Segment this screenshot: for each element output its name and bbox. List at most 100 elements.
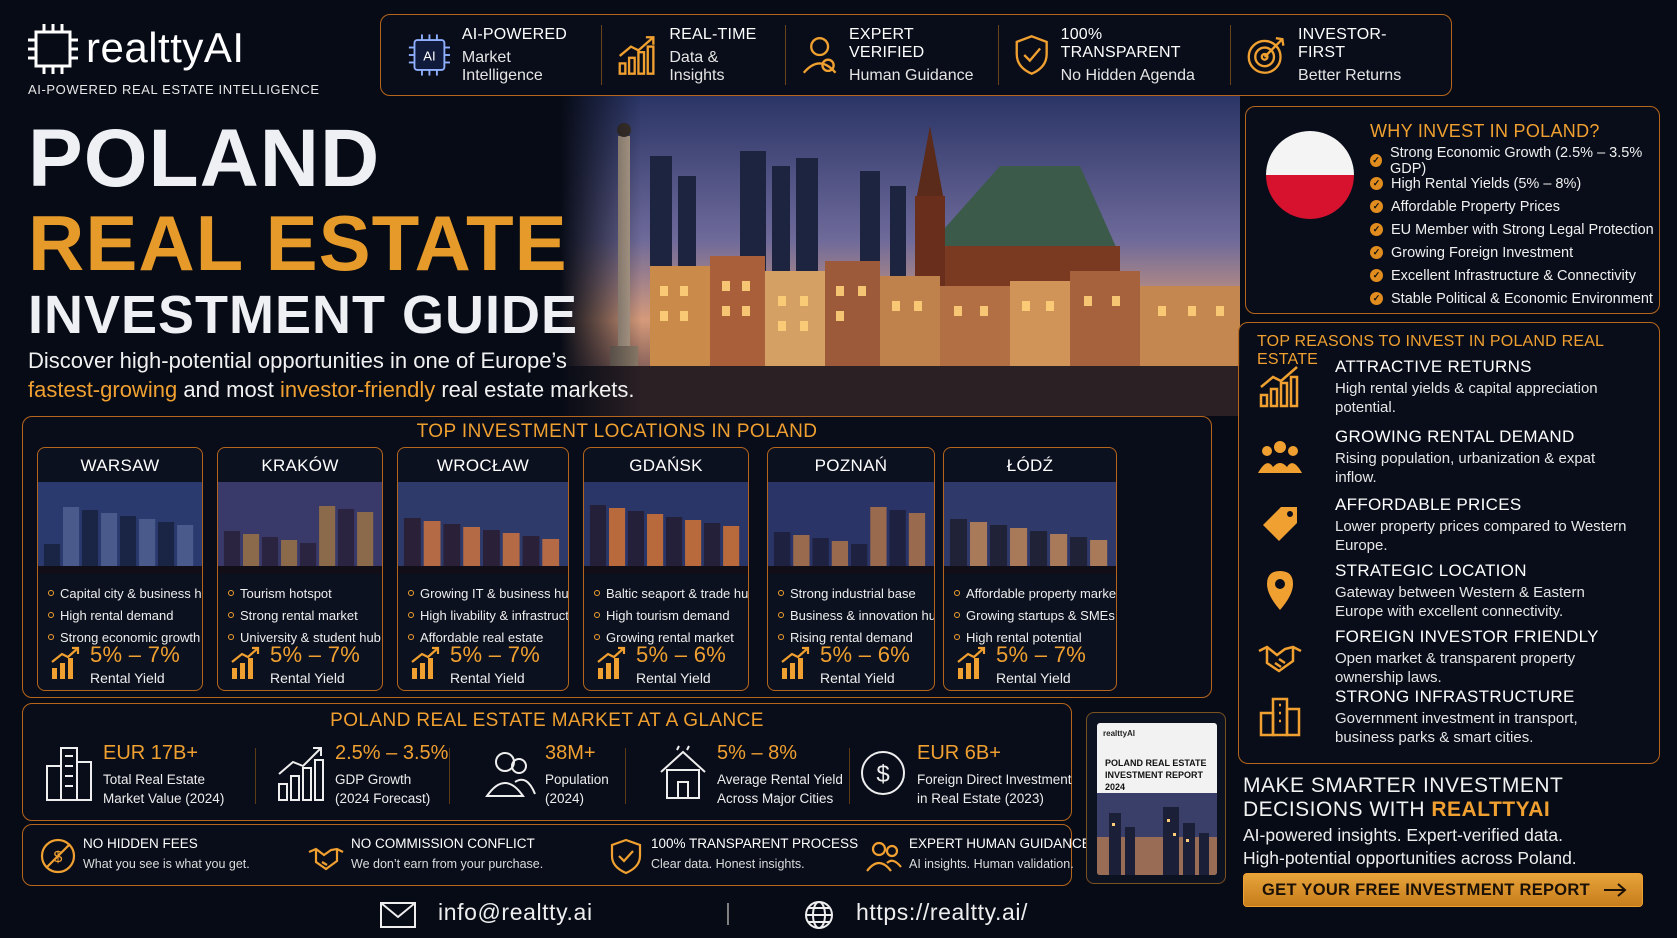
price-tag-icon [1263,507,1297,541]
guarantees-bar: $ NO HIDDEN FEES What you see is what yo… [22,824,1091,886]
list-item: Tourism hotspot [228,582,381,604]
ai-chip-logo-icon [28,24,78,74]
report-brand: realttyAI [1103,729,1136,738]
rental-yield-value: 5% – 7% [450,642,541,667]
growth-chart-icon [278,747,324,801]
bullet-icon [954,612,960,618]
city-card-kraków[interactable]: KRAKÓW Tourism hotspot Strong rental mar… [217,447,383,691]
svg-text:AI: AI [423,49,435,64]
rental-yield-label: Rental Yield [270,670,345,686]
list-item: ✓ Excellent Infrastructure & Connectivity [1370,264,1659,287]
bullet-icon [594,590,600,596]
city-card-warsaw[interactable]: WARSAW Capital city & business hub High … [37,447,203,691]
divider [449,748,450,804]
list-item: ✓ Affordable Property Prices [1370,195,1659,218]
free-report-button[interactable]: GET YOUR FREE INVESTMENT REPORT [1243,873,1643,907]
city-name: POZNAŃ [814,456,888,475]
city-highlights: Baltic seaport & trade hub High tourism … [594,582,748,648]
website-link[interactable]: https://realtty.ai/ [856,899,1028,926]
top-reasons-panel: TOP REASONS TO INVEST IN POLAND REAL EST… [1238,322,1660,764]
hero-title-line1: POLAND [28,113,381,204]
handshake-icon [308,847,344,871]
check-icon: ✓ [1370,154,1382,167]
arrow-right-icon [1604,883,1627,897]
rental-yield-label: Rental Yield [820,670,895,686]
city-card-wrocław[interactable]: WROCŁAW Growing IT & business hub High l… [397,447,569,691]
growth-chart-icon [618,36,655,75]
city-card-poznań[interactable]: POZNAŃ Strong industrial base Business &… [767,447,935,691]
location-pin-icon [1267,571,1293,610]
city-image [38,482,202,574]
badge-investor-first: INVESTOR-FIRST Better Returns [1231,25,1439,85]
population-icon [485,752,536,797]
buildings-icon [1259,697,1301,737]
expert-user-icon [802,37,837,74]
growth-chart-icon [51,646,80,679]
city-image [584,482,748,574]
list-item: High livability & infrastructure [408,604,568,626]
list-item: High rental demand [48,604,202,626]
city-image [218,482,382,574]
report-cover-thumbnail[interactable]: realttyAI POLAND REAL ESTATE INVESTMENT … [1086,712,1226,884]
cta-block: MAKE SMARTER INVESTMENT DECISIONS WITH R… [1243,774,1663,934]
check-icon: ✓ [1370,200,1383,213]
list-item: Capital city & business hub [48,582,202,604]
top-locations-heading: TOP INVESTMENT LOCATIONS IN POLAND [416,421,818,442]
market-glance-heading: POLAND REAL ESTATE MARKET AT A GLANCE [330,710,764,731]
bullet-icon [408,590,414,596]
rental-yield-label: Rental Yield [450,670,525,686]
rental-yield-label: Rental Yield [636,670,711,686]
bullet-icon [228,612,234,618]
list-item: Affordable property market [954,582,1116,604]
bullet-icon [954,590,960,596]
stat-foreign-investment: $ EUR 6B+ Foreign Direct Investment in Re… [857,740,1072,812]
poland-flag-icon [1266,131,1354,219]
house-icon [660,745,706,799]
hero-subtitle: Discover high-potential opportunities in… [28,348,635,402]
list-item: Business & innovation hub [778,604,934,626]
expert-user-icon [866,841,902,872]
target-icon [1247,37,1285,74]
free-report-button-label: GET YOUR FREE INVESTMENT REPORT [1262,880,1591,899]
people-group-icon [1258,441,1302,473]
list-item: ✓ Stable Political & Economic Environment [1370,287,1659,310]
list-item: ✓ EU Member with Strong Legal Protection [1370,218,1659,241]
badge-expert-verified: EXPERT VERIFIED Human Guidance [786,25,1000,85]
city-name: KRAKÓW [261,456,339,475]
city-highlights: Capital city & business hub High rental … [48,582,202,648]
check-icon: ✓ [1370,246,1383,259]
feature-badges-bar: AI AI-POWERED Market Intelligence REAL-TI… [380,14,1452,96]
bullet-icon [594,634,600,640]
report-card: realttyAI POLAND REAL ESTATE INVESTMENT … [1097,723,1217,875]
city-image [944,482,1116,574]
list-item: ✓ Growing Foreign Investment [1370,241,1659,264]
cta-line3: AI-powered insights. Expert-verified dat… [1243,825,1564,845]
contact-email-link[interactable]: info@realtty.ai [438,899,593,926]
city-card-gdańsk[interactable]: GDAŃSK Baltic seaport & trade hub High t… [583,447,749,691]
growth-chart-icon [1259,366,1299,408]
growth-chart-icon [957,646,986,679]
bullet-icon [594,612,600,618]
badge-ai-powered: AI AI-POWERED Market Intelligence [393,25,603,85]
cta-line2: DECISIONS WITH REALTTYAI [1243,798,1551,821]
hero-title-line3: INVESTMENT GUIDE [28,285,579,345]
bullet-icon [778,634,784,640]
check-icon: ✓ [1370,223,1383,236]
badge-real-time: REAL-TIME Data & Insights [602,25,786,85]
growth-chart-icon [781,646,810,679]
list-item: ✓ Strong Economic Growth (2.5% – 3.5% GDP… [1370,145,1659,177]
city-name: WROCŁAW [436,456,530,475]
stat-market-value: EUR 17B+ Total Real Estate Market Value (… [43,740,243,812]
bullet-icon [48,612,54,618]
brand-logo[interactable]: realttyAI AI-POWERED REAL ESTATE INTELLI… [28,20,328,100]
check-icon: ✓ [1370,269,1383,282]
bullet-icon [954,634,960,640]
bullet-icon [408,634,414,640]
rental-yield-value: 5% – 6% [636,642,727,667]
city-card-łódź[interactable]: ŁÓDŹ Affordable property market Growing … [943,447,1117,691]
reason-rental-demand: GROWING RENTAL DEMAND Rising population,… [1257,427,1653,493]
city-highlights: Affordable property market Growing start… [954,582,1116,648]
reason-affordable-prices: AFFORDABLE PRICES Lower property prices … [1257,495,1653,561]
divider [849,748,850,804]
bullet-icon [48,634,54,640]
